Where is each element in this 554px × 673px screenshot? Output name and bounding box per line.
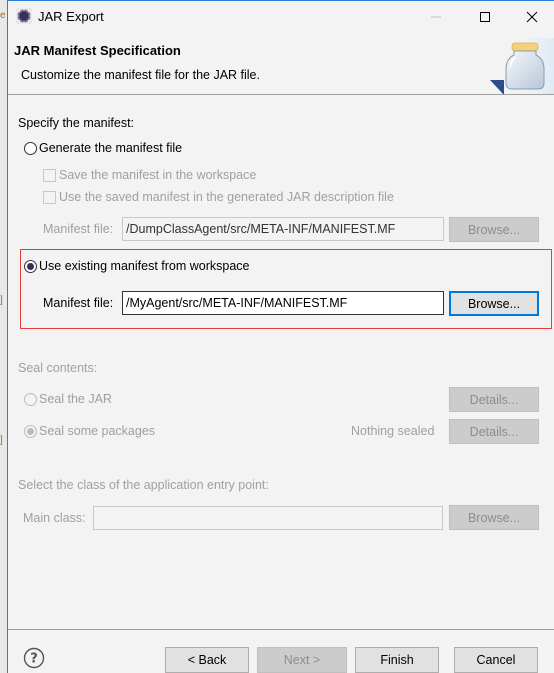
- generate-manifest-file-label: Manifest file:: [43, 222, 114, 236]
- use-saved-manifest-label: Use the saved manifest in the generated …: [59, 190, 394, 204]
- maximize-icon: [480, 11, 490, 22]
- save-in-workspace-label: Save the manifest in the workspace: [59, 168, 257, 182]
- seal-jar-label: Seal the JAR: [39, 392, 112, 406]
- existing-manifest-file-input[interactable]: /MyAgent/src/META-INF/MANIFEST.MF: [122, 291, 444, 315]
- seal-contents-label: Seal contents:: [18, 361, 98, 375]
- back-button[interactable]: < Back: [165, 647, 249, 673]
- finish-button[interactable]: Finish: [355, 647, 439, 673]
- footer-separator: [8, 629, 554, 630]
- seal-packages-label: Seal some packages: [39, 424, 156, 438]
- svg-text:?: ?: [30, 652, 38, 667]
- generate-browse-button[interactable]: Browse...: [449, 217, 539, 242]
- seal-packages-radio[interactable]: [24, 425, 37, 438]
- existing-manifest-file-label: Manifest file:: [43, 296, 114, 310]
- wizard-header: JAR Manifest Specification Customize the…: [8, 32, 554, 95]
- generate-manifest-label[interactable]: Generate the manifest file: [39, 141, 182, 155]
- seal-jar-details-button[interactable]: Details...: [449, 387, 539, 412]
- use-existing-manifest-radio[interactable]: [24, 260, 37, 273]
- title-bar: JAR Export: [8, 1, 554, 32]
- entry-point-label: Select the class of the application entr…: [18, 478, 269, 492]
- page-description: Customize the manifest file for the JAR …: [21, 68, 260, 82]
- minimize-button[interactable]: [413, 1, 459, 32]
- close-button[interactable]: [509, 1, 554, 32]
- next-button[interactable]: Next >: [257, 647, 347, 673]
- close-icon: [526, 11, 538, 22]
- seal-jar-radio[interactable]: [24, 393, 37, 406]
- help-icon[interactable]: ?: [23, 647, 45, 669]
- minimize-icon: [431, 16, 441, 17]
- use-saved-manifest-checkbox[interactable]: [43, 191, 56, 204]
- specify-manifest-label: Specify the manifest:: [18, 116, 135, 130]
- main-class-input[interactable]: [93, 506, 443, 530]
- jar-export-dialog: JAR Export JAR Manifest Specification Cu…: [7, 0, 554, 673]
- background-fragment: e: [0, 10, 6, 21]
- maximize-button[interactable]: [462, 1, 508, 32]
- generate-manifest-radio[interactable]: [24, 142, 37, 155]
- seal-packages-details-button[interactable]: Details...: [449, 419, 539, 444]
- cancel-button[interactable]: Cancel: [454, 647, 538, 673]
- background-fragment: ]: [0, 295, 3, 306]
- main-class-browse-button[interactable]: Browse...: [449, 505, 539, 530]
- eclipse-gear-icon: [16, 8, 32, 24]
- background-window-strip: e ] ]: [0, 0, 7, 673]
- main-class-label: Main class:: [23, 511, 86, 525]
- use-existing-manifest-label[interactable]: Use existing manifest from workspace: [39, 259, 250, 273]
- window-title: JAR Export: [38, 9, 104, 24]
- seal-status-text: Nothing sealed: [351, 424, 435, 438]
- page-title: JAR Manifest Specification: [14, 43, 181, 58]
- generate-manifest-file-input[interactable]: /DumpClassAgent/src/META-INF/MANIFEST.MF: [122, 217, 444, 241]
- save-in-workspace-checkbox[interactable]: [43, 169, 56, 182]
- existing-browse-button[interactable]: Browse...: [449, 291, 539, 316]
- background-fragment: ]: [0, 435, 3, 446]
- jar-icon: [490, 38, 554, 94]
